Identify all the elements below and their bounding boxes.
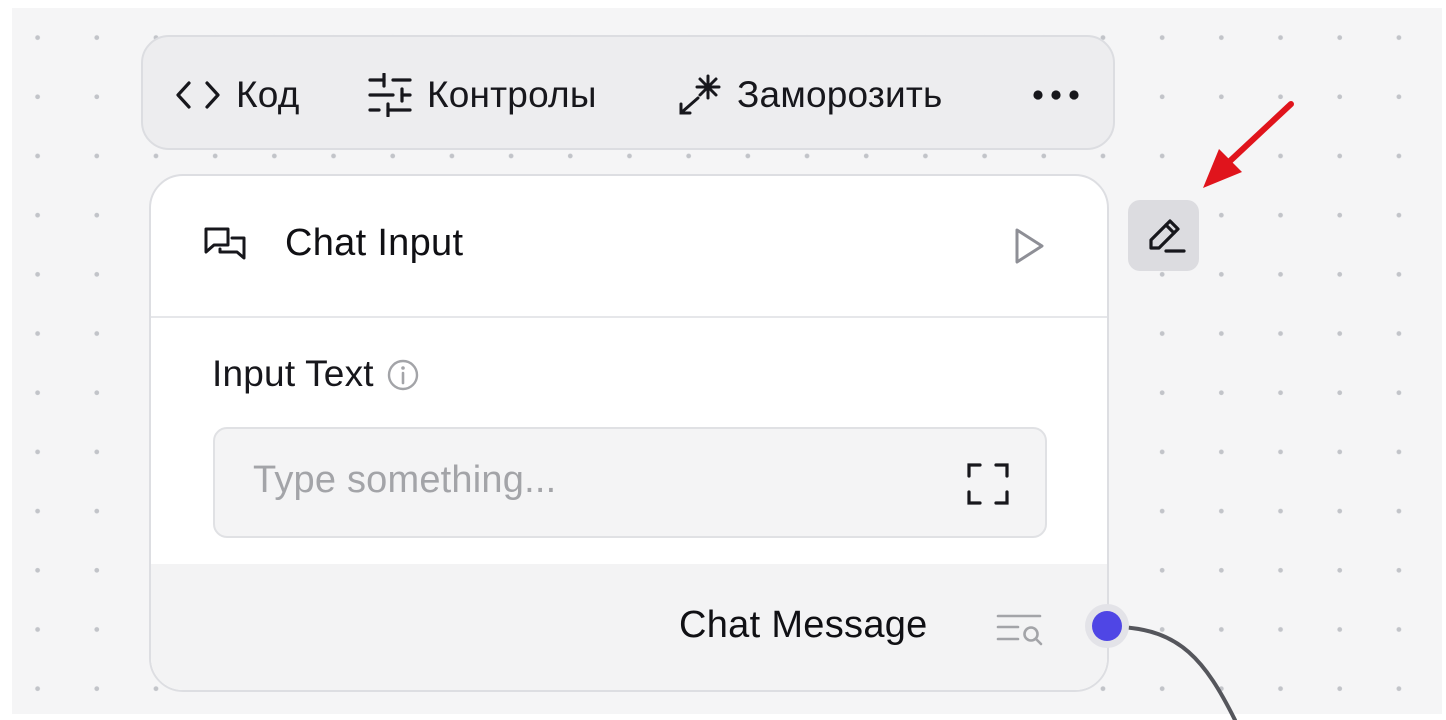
snowflake-freeze-icon	[679, 74, 721, 114]
input-text-label: Input Text	[212, 353, 374, 394]
controls-button-label: Контролы	[427, 73, 597, 115]
freeze-button[interactable]: Заморозить	[677, 37, 943, 152]
node-toolbar: Код Контролы Заморозить	[141, 35, 1115, 150]
freeze-button-label: Заморозить	[737, 73, 943, 115]
code-button[interactable]: Код	[174, 37, 300, 152]
pencil-icon	[1148, 218, 1186, 253]
input-text-placeholder: Type something...	[253, 459, 557, 501]
expand-icon[interactable]	[966, 462, 1010, 506]
node-title: Chat Input	[285, 222, 464, 264]
controls-button[interactable]: Контролы	[367, 37, 597, 152]
code-icon	[176, 80, 220, 109]
more-horizontal-icon	[1033, 89, 1079, 100]
chat-bubbles-icon	[204, 227, 246, 260]
more-options-button[interactable]	[1033, 37, 1079, 152]
output-label: Chat Message	[679, 604, 928, 646]
node-output-row: Chat Message	[151, 564, 1107, 690]
annotation-arrow	[1203, 101, 1294, 188]
edit-button[interactable]	[1128, 200, 1199, 271]
code-button-label: Код	[236, 73, 300, 115]
play-icon[interactable]	[1011, 226, 1047, 266]
chat-input-node[interactable]: Chat Input Input Text Type something... …	[149, 174, 1109, 692]
sliders-icon	[368, 72, 412, 117]
output-handle-dot	[1092, 611, 1122, 641]
input-text-field[interactable]: Type something...	[213, 427, 1047, 538]
output-handle[interactable]	[1085, 604, 1129, 648]
node-header[interactable]: Chat Input	[151, 176, 1107, 318]
info-icon[interactable]	[386, 358, 420, 392]
input-text-field-header: Input Text	[212, 353, 420, 395]
list-search-icon[interactable]	[996, 612, 1044, 646]
